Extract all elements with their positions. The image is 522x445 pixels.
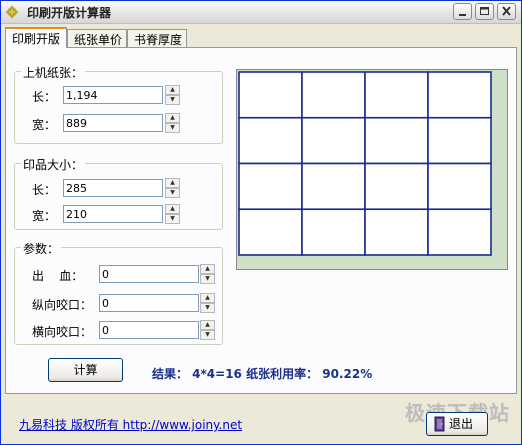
print-piece [238, 208, 303, 256]
bleed-field[interactable] [99, 265, 199, 283]
spin-down-icon[interactable]: ▼ [200, 330, 215, 340]
bleed-label: 出 血： [32, 269, 84, 283]
spin-up-icon[interactable]: ▲ [165, 113, 180, 123]
title-bar[interactable]: 印刷开版计算器 [1, 1, 521, 24]
bleed-spinner[interactable]: ▲ ▼ [200, 264, 215, 284]
print-piece [301, 71, 366, 119]
print-length-field[interactable] [63, 179, 163, 197]
print-piece [301, 162, 366, 211]
print-width-spinner[interactable]: ▲ ▼ [165, 204, 180, 224]
tab-print-layout[interactable]: 印刷开版 [5, 27, 67, 48]
spin-down-icon[interactable]: ▼ [165, 214, 180, 224]
result-text: 结果： 4*4=16 纸张利用率： 90.22% [152, 367, 373, 381]
spin-up-icon[interactable]: ▲ [200, 320, 215, 330]
spin-down-icon[interactable]: ▼ [165, 123, 180, 133]
horizontal-bite-spinner[interactable]: ▲ ▼ [200, 320, 215, 340]
spin-down-icon[interactable]: ▼ [200, 274, 215, 284]
tab-label: 书脊厚度 [134, 33, 183, 47]
spin-up-icon[interactable]: ▲ [165, 204, 180, 214]
print-piece [427, 162, 492, 211]
print-piece [238, 162, 303, 211]
spin-down-icon[interactable]: ▼ [165, 95, 180, 105]
spin-up-icon[interactable]: ▲ [165, 178, 180, 188]
machine-paper-group: 上机纸张： [14, 64, 223, 144]
exit-label: 退出 [449, 417, 474, 431]
app-icon [5, 5, 19, 19]
print-piece [238, 71, 303, 119]
spin-down-icon[interactable]: ▼ [200, 303, 215, 313]
paper-width-label: 宽： [32, 118, 57, 132]
print-length-label: 长： [32, 183, 57, 197]
horizontal-bite-field[interactable] [99, 321, 199, 339]
paper-width-spinner[interactable]: ▲ ▼ [165, 113, 180, 133]
horizontal-bite-label: 横向咬口： [32, 325, 93, 339]
print-width-label: 宽： [32, 209, 57, 223]
layout-preview-canvas [237, 70, 507, 269]
calculate-label: 计算 [73, 363, 98, 377]
print-piece [364, 162, 429, 211]
spin-up-icon[interactable]: ▲ [165, 85, 180, 95]
exit-door-icon [434, 416, 445, 432]
print-size-title: 印品大小： [21, 156, 86, 173]
print-piece [427, 71, 492, 119]
spin-up-icon[interactable]: ▲ [200, 264, 215, 274]
print-piece [301, 208, 366, 256]
spin-down-icon[interactable]: ▼ [165, 188, 180, 198]
print-piece [364, 71, 429, 119]
tab-label: 印刷开版 [12, 32, 61, 46]
tab-label: 纸张单价 [74, 33, 123, 47]
print-piece [238, 116, 303, 165]
window-title: 印刷开版计算器 [27, 6, 112, 20]
exit-button[interactable]: 退出 [426, 412, 488, 436]
vertical-bite-field[interactable] [99, 294, 199, 312]
print-piece [301, 116, 366, 165]
print-length-spinner[interactable]: ▲ ▼ [165, 178, 180, 198]
app-window: 印刷开版计算器 印刷开版 纸张单价 书脊厚度 上机纸张： 长： ▲ ▼ 宽： ▲… [0, 0, 522, 445]
paper-length-spinner[interactable]: ▲ ▼ [165, 85, 180, 105]
copyright-link[interactable]: 九易科技 版权所有 http://www.joiny.net [19, 416, 242, 433]
paper-length-label: 长： [32, 90, 57, 104]
machine-paper-title: 上机纸张： [21, 64, 86, 81]
print-width-field[interactable] [63, 205, 163, 223]
vertical-bite-spinner[interactable]: ▲ ▼ [200, 293, 215, 313]
vertical-bite-label: 纵向咬口： [32, 298, 93, 312]
minimize-button[interactable] [453, 3, 472, 20]
maximize-icon [480, 7, 489, 15]
print-piece [364, 116, 429, 165]
print-piece [427, 208, 492, 256]
tab-spine-thickness[interactable]: 书脊厚度 [127, 29, 187, 47]
layout-preview [236, 69, 508, 270]
close-icon [502, 6, 511, 16]
close-button[interactable] [497, 3, 516, 20]
print-piece [427, 116, 492, 165]
print-piece [364, 208, 429, 256]
tab-paper-price[interactable]: 纸张单价 [67, 29, 127, 47]
minimize-icon [459, 14, 466, 16]
maximize-button[interactable] [475, 3, 494, 20]
params-title: 参数： [21, 240, 62, 257]
calculate-button[interactable]: 计算 [48, 358, 123, 382]
paper-width-field[interactable] [63, 114, 163, 132]
spin-up-icon[interactable]: ▲ [200, 293, 215, 303]
paper-length-field[interactable] [63, 86, 163, 104]
